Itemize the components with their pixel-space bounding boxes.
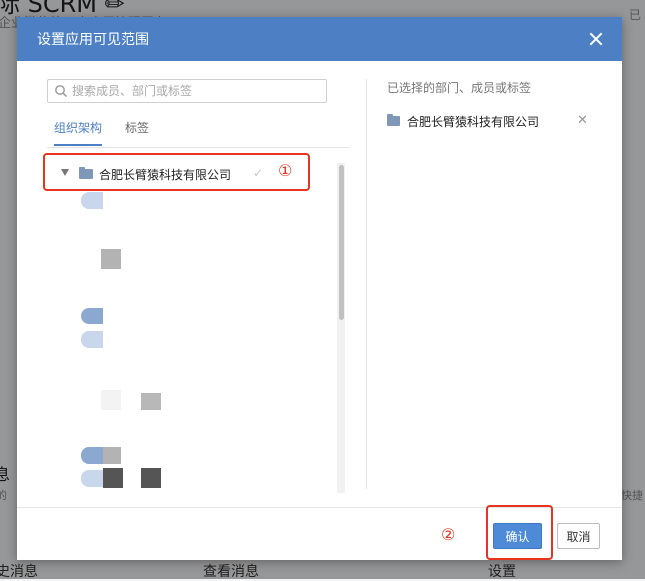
avatar	[81, 470, 103, 487]
avatar	[81, 331, 103, 348]
avatar	[141, 468, 161, 488]
tab-bar: 组织架构 标签	[47, 117, 349, 148]
annotation-box-1	[43, 153, 310, 191]
tab-tags[interactable]: 标签	[125, 119, 149, 136]
annotation-number-1: ①	[278, 161, 293, 180]
remove-icon[interactable]: ✕	[577, 113, 588, 128]
avatar	[101, 249, 121, 269]
folder-icon	[387, 114, 400, 126]
avatar	[101, 390, 121, 410]
org-picker-pane: 组织架构 标签 合肥长臂猿科技有限公司 ✓	[47, 79, 349, 489]
selected-item-label: 合肥长臂猿科技有限公司	[407, 115, 540, 129]
visibility-scope-dialog: 设置应用可见范围 组织架构 标签 合肥长臂猿科技有限公司 ✓	[17, 17, 622, 560]
selected-item: 合肥长臂猿科技有限公司 ✕	[387, 111, 597, 131]
search-box[interactable]	[47, 79, 327, 103]
avatar	[141, 393, 161, 410]
avatar	[103, 447, 121, 464]
search-icon	[55, 85, 68, 98]
active-tab-indicator	[54, 144, 102, 146]
search-input[interactable]	[72, 82, 322, 100]
dialog-title: 设置应用可见范围	[37, 32, 149, 48]
avatar	[103, 468, 123, 488]
avatar	[81, 192, 103, 209]
avatar	[81, 447, 103, 464]
tree-scrollbar-thumb[interactable]	[339, 165, 344, 320]
avatar	[81, 308, 103, 324]
close-icon[interactable]	[586, 29, 606, 49]
cancel-button[interactable]: 取消	[557, 523, 600, 549]
annotation-number-2: ②	[441, 525, 456, 544]
annotation-box-2	[486, 505, 553, 560]
pane-divider	[366, 79, 367, 489]
tab-org-structure[interactable]: 组织架构	[54, 119, 102, 136]
dialog-header: 设置应用可见范围	[17, 17, 622, 61]
selected-pane-title: 已选择的部门、成员或标签	[387, 81, 532, 95]
